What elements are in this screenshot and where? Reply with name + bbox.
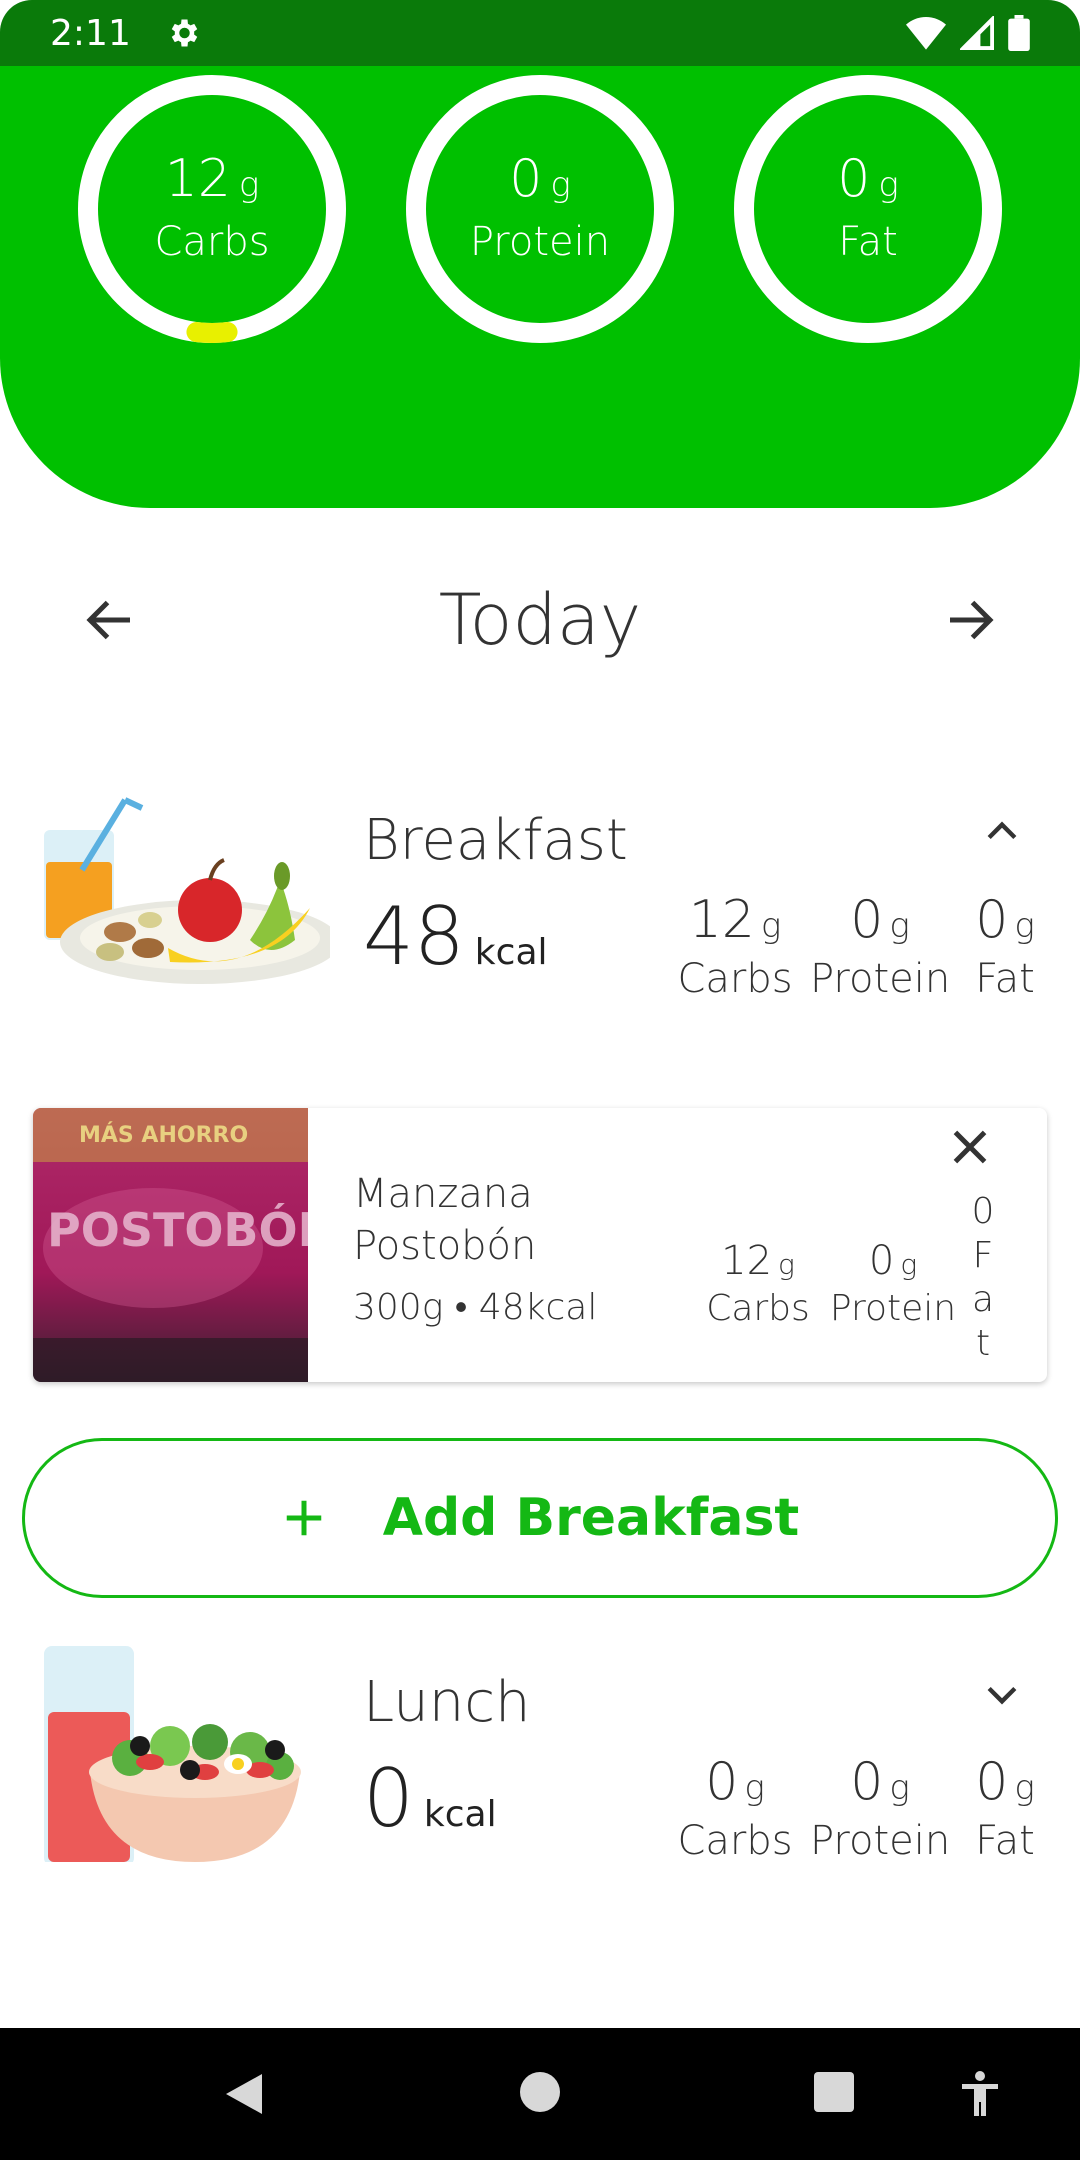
lunch-kcal-value: 0 [363,1752,414,1845]
food-carbs: 12 g Carbs [693,1238,823,1329]
food-fat: 0 Fat [965,1190,1001,1366]
food-carbs-label: Carbs [706,1288,810,1329]
recents-icon[interactable] [812,2070,856,2114]
fat-ring: 0g Fat [733,74,1003,344]
lunch-fat-value: 0 [975,1752,1009,1812]
status-time: 2:11 [50,12,131,54]
carbs-total-unit: g [238,165,260,205]
food-name: Manzana Postobón [353,1171,537,1269]
lunch-title: Lunch [363,1670,531,1735]
add-breakfast-button[interactable]: Add Breakfast [22,1438,1058,1598]
lunch-illustration [44,1646,301,1862]
breakfast-fat-unit: g [1014,906,1035,946]
breakfast-protein: 0g Protein [810,890,950,1002]
breakfast-title: Breakfast [363,808,628,873]
photo-text-brand: POSTOBÓN [47,1203,308,1257]
fat-total-label: Fat [838,219,898,265]
lunch-fat-unit: g [1014,1768,1035,1808]
breakfast-illustration [44,797,330,984]
breakfast-kcal-unit: kcal [474,932,548,973]
lunch-protein-value: 0 [850,1752,884,1812]
chevron-up-icon[interactable] [980,810,1024,854]
carbs-ring: 12 g Carbs [77,74,347,344]
wifi-icon [906,17,946,50]
food-carbs-value: 12 [721,1238,773,1284]
macro-summary-header: 12 g Carbs 0g Protein 0g Fat [0,66,1080,508]
food-item-card[interactable]: MÁS AHORRO POSTOBÓN Manzana Postobón 300… [33,1108,1047,1382]
protein-ring: 0g Protein [405,74,675,344]
lunch-protein: 0g Protein [810,1752,950,1864]
arrow-right-icon[interactable] [940,590,1000,650]
lunch-fat: 0g Fat [960,1752,1050,1864]
food-carbs-unit: g [778,1248,795,1281]
food-fat-value: 0 [971,1191,995,1232]
food-fat-label: Fat [971,1235,995,1364]
signal-icon [960,16,994,50]
accessibility-icon[interactable] [958,2070,1002,2118]
add-breakfast-label: Add Breakfast [382,1488,800,1548]
breakfast-fat-value: 0 [975,890,1009,950]
protein-total-unit: g [550,165,571,205]
protein-total-label: Protein [469,219,611,265]
fat-total-value: 0 [837,149,871,209]
breakfast-protein-value: 0 [850,890,884,950]
breakfast-protein-unit: g [889,906,910,946]
food-protein: 0g Protein [823,1238,963,1329]
breakfast-section[interactable]: Breakfast 48 kcal 12 g Carbs 0g Protein 0g… [0,780,1080,1020]
breakfast-fat: 0g Fat [960,890,1050,1002]
home-icon[interactable] [518,2070,562,2114]
lunch-protein-label: Protein [810,1818,951,1864]
fat-total-unit: g [878,165,899,205]
breakfast-fat-label: Fat [975,956,1035,1002]
lunch-kcal: 0 kcal [363,1752,497,1845]
breakfast-kcal-value: 48 [363,890,465,983]
lunch-kcal-unit: kcal [423,1794,497,1835]
food-photo: MÁS AHORRO POSTOBÓN [33,1108,308,1382]
lunch-carbs-value: 0 [705,1752,739,1812]
lunch-carbs-label: Carbs [677,1818,793,1864]
breakfast-carbs: 12 g Carbs [675,890,795,1002]
back-icon[interactable] [222,2070,266,2118]
food-meta: 300g • 48kcal [353,1287,598,1328]
settings-icon [171,19,198,47]
lunch-carbs: 0g Carbs [675,1752,795,1864]
plus-icon [286,1500,321,1536]
system-navigation-bar [0,2028,1080,2160]
food-protein-value: 0 [868,1238,895,1284]
protein-total-value: 0 [509,149,543,209]
food-protein-label: Protein [829,1288,957,1329]
breakfast-kcal: 48 kcal [363,890,548,983]
lunch-fat-label: Fat [975,1818,1035,1864]
lunch-section[interactable]: Lunch 0 kcal 0g Carbs 0g Protein 0g Fat [0,1642,1080,1882]
photo-text-top: MÁS AHORRO [79,1122,248,1148]
food-protein-unit: g [900,1248,918,1281]
date-navigator: Today [0,560,1080,680]
arrow-left-icon[interactable] [80,590,140,650]
status-bar: 2:11 [0,0,1080,66]
date-title: Today [438,579,642,661]
lunch-carbs-unit: g [744,1768,765,1808]
breakfast-carbs-value: 12 [688,890,755,950]
battery-icon [1008,15,1030,51]
close-icon[interactable] [945,1122,995,1172]
breakfast-carbs-label: Carbs [677,956,793,1002]
chevron-down-icon[interactable] [980,1672,1024,1716]
breakfast-protein-label: Protein [810,956,951,1002]
carbs-total-value: 12 [164,149,231,209]
breakfast-carbs-unit: g [760,906,782,946]
carbs-total-label: Carbs [154,219,270,265]
lunch-protein-unit: g [889,1768,910,1808]
